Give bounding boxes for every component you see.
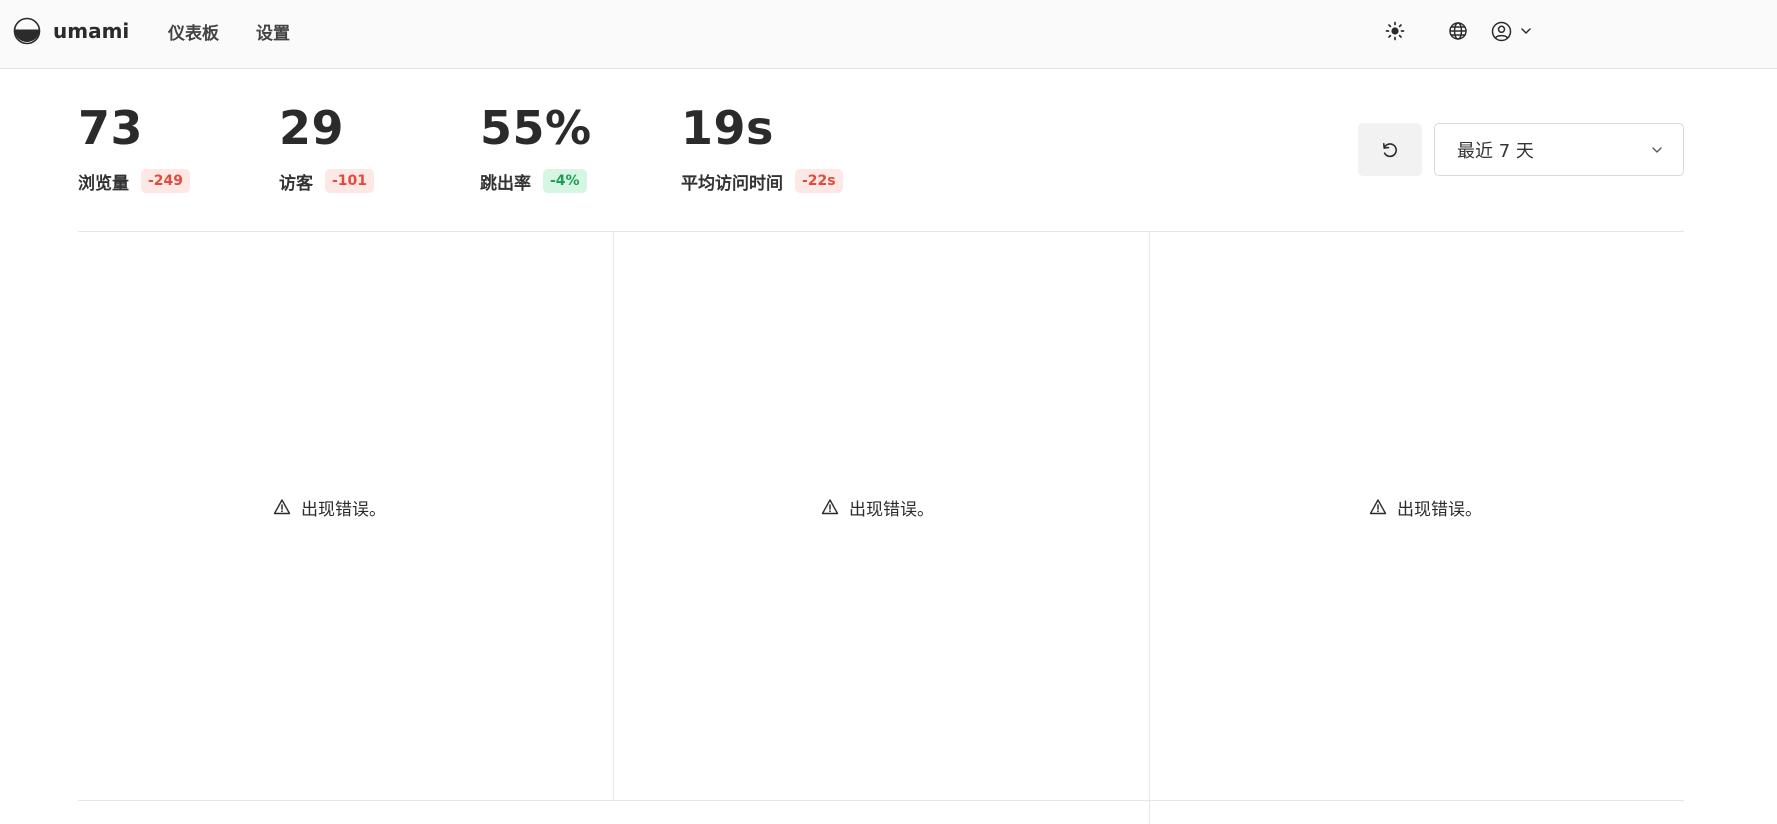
- metric-value: 29: [279, 101, 345, 155]
- grid-bottom-divider: [78, 800, 1684, 801]
- metric-label: 浏览量: [78, 173, 129, 194]
- metric-value: 19s: [681, 101, 774, 155]
- date-range-select[interactable]: 最近 7 天: [1434, 123, 1684, 176]
- metric-value: 55%: [480, 101, 592, 155]
- main-nav: 仪表板 设置: [168, 0, 327, 62]
- app-name: umami: [53, 19, 130, 43]
- change-badge: -22s: [795, 169, 843, 193]
- error-message: 出现错误。: [1397, 499, 1482, 520]
- language-button[interactable]: [1438, 11, 1478, 51]
- nav-item-settings[interactable]: 设置: [256, 19, 290, 44]
- globe-icon: [1449, 22, 1467, 40]
- metric-label: 跳出率: [480, 173, 531, 194]
- metric-label: 访客: [279, 173, 313, 194]
- metric-avg-visit-time: 19s 平均访问时间 -22s: [681, 100, 882, 194]
- warning-icon: [821, 499, 839, 515]
- chevron-down-icon: [1521, 28, 1531, 34]
- error-message: 出现错误。: [301, 499, 386, 520]
- app-logo[interactable]: umami: [13, 17, 129, 45]
- change-badge: -101: [325, 169, 375, 193]
- top-header: umami 仪表板 设置: [0, 0, 1777, 69]
- metric-label: 平均访问时间: [681, 173, 783, 194]
- panel-divider: [1149, 232, 1150, 824]
- grid-top-divider: [78, 231, 1684, 232]
- profile-menu-button[interactable]: [1491, 11, 1532, 51]
- error-message: 出现错误。: [849, 499, 934, 520]
- panel-error-3: 出现错误。: [1369, 494, 1482, 520]
- change-badge: -249: [141, 169, 191, 193]
- metric-bounce-rate: 55% 跳出率 -4%: [480, 100, 681, 194]
- chevron-down-icon: [1652, 146, 1662, 153]
- theme-toggle-button[interactable]: [1375, 11, 1415, 51]
- metric-value: 73: [78, 101, 144, 155]
- sun-icon: [1385, 21, 1405, 41]
- panel-divider: [613, 232, 614, 800]
- change-badge: -4%: [543, 169, 587, 193]
- user-circle-icon: [1491, 21, 1512, 41]
- umami-logo-icon: [13, 17, 41, 45]
- panel-error-1: 出现错误。: [273, 494, 386, 520]
- warning-icon: [1369, 499, 1387, 515]
- metrics-bar: 73 浏览量 -249 29 访客 -101 55% 跳出率 -4% 19s 平…: [78, 100, 882, 194]
- metric-visitors: 29 访客 -101: [279, 100, 480, 194]
- refresh-button[interactable]: [1358, 123, 1422, 176]
- panel-error-2: 出现错误。: [821, 494, 934, 520]
- warning-icon: [273, 499, 291, 515]
- nav-item-dashboard[interactable]: 仪表板: [168, 19, 219, 44]
- metric-pageviews: 73 浏览量 -249: [78, 100, 279, 194]
- date-range-value: 最近 7 天: [1457, 140, 1534, 162]
- refresh-icon: [1383, 142, 1397, 157]
